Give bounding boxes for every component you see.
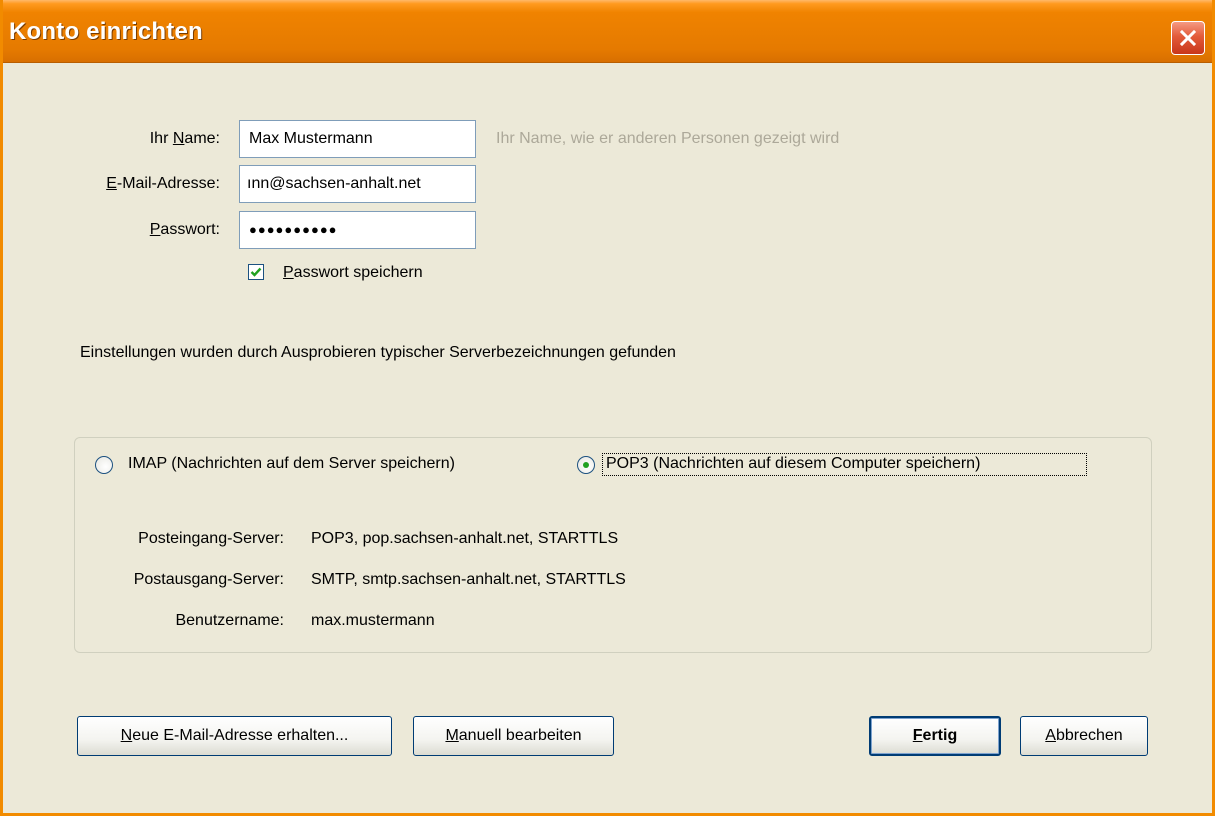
imap-radio[interactable] bbox=[95, 456, 113, 474]
save-password-label[interactable]: Passwort speichern bbox=[283, 264, 423, 282]
name-label: Ihr Name: bbox=[149, 130, 220, 147]
username-label: Benutzername: bbox=[175, 612, 284, 629]
name-field[interactable]: Max Mustermann bbox=[239, 120, 476, 158]
radio-selected-dot bbox=[583, 462, 589, 468]
incoming-server-value: POP3, pop.sachsen-anhalt.net, STARTTLS bbox=[311, 530, 619, 547]
save-password-checkbox[interactable] bbox=[248, 264, 264, 280]
outgoing-server-value: SMTP, smtp.sachsen-anhalt.net, STARTTLS bbox=[311, 571, 626, 588]
server-settings-group: IMAP (Nachrichten auf dem Server speiche… bbox=[74, 437, 1152, 653]
close-button[interactable] bbox=[1171, 21, 1205, 55]
new-email-address-button[interactable]: Neue E-Mail-Adresse erhalten... bbox=[77, 716, 392, 756]
close-icon bbox=[1179, 29, 1197, 47]
title-bar[interactable]: Konto einrichten bbox=[3, 0, 1212, 63]
window-title: Konto einrichten bbox=[9, 18, 203, 45]
detection-status-text: Einstellungen wurden durch Ausprobieren … bbox=[80, 344, 676, 361]
dialog-body: Ihr Name: Max Mustermann Ihr Name, wie e… bbox=[3, 63, 1212, 813]
name-hint: Ihr Name, wie er anderen Personen gezeig… bbox=[496, 130, 840, 147]
email-label: E-Mail-Adresse: bbox=[106, 175, 220, 192]
password-label: Passwort: bbox=[149, 221, 220, 238]
outgoing-server-label: Postausgang-Server: bbox=[133, 571, 284, 588]
dialog-window: Konto einrichten Ihr Name: Max Musterman… bbox=[0, 0, 1215, 816]
manual-edit-button[interactable]: Manuell bearbeiten bbox=[413, 716, 614, 756]
incoming-server-label: Posteingang-Server: bbox=[138, 530, 284, 547]
checkmark-icon bbox=[250, 267, 262, 277]
pop3-radio[interactable] bbox=[577, 456, 595, 474]
email-field[interactable]: ınn@sachsen-anhalt.net bbox=[239, 165, 476, 203]
imap-radio-label[interactable]: IMAP (Nachrichten auf dem Server speiche… bbox=[128, 455, 455, 473]
username-value: max.mustermann bbox=[311, 612, 435, 629]
cancel-button[interactable]: Abbrechen bbox=[1020, 716, 1148, 756]
pop3-radio-label[interactable]: POP3 (Nachrichten auf diesem Computer sp… bbox=[606, 455, 980, 473]
done-button[interactable]: Fertig bbox=[869, 716, 1001, 756]
password-field[interactable]: ●●●●●●●●●● bbox=[239, 211, 476, 249]
